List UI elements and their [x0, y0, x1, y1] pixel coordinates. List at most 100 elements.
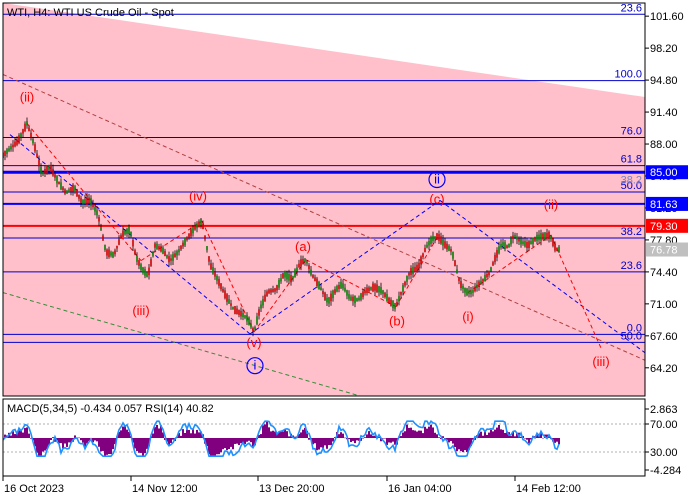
candle-body: [32, 138, 34, 144]
candle-body: [140, 264, 142, 270]
macd-bar: [188, 429, 190, 438]
candle-body: [378, 286, 380, 293]
macd-bar: [364, 437, 366, 438]
candle-body: [166, 254, 168, 258]
candle-body: [26, 121, 28, 126]
y-tick-label: 94.80: [650, 75, 678, 87]
candle-body: [438, 234, 440, 241]
candle-body: [136, 255, 138, 262]
macd-bar: [510, 436, 512, 438]
candle-body: [298, 263, 300, 268]
candle-body: [114, 250, 116, 255]
candle-body: [346, 290, 348, 296]
macd-bar: [466, 438, 468, 453]
macd-bar: [514, 436, 516, 438]
x-tick-label: 16 Oct 2023: [4, 483, 64, 495]
candle-body: [494, 254, 496, 263]
candle-body: [444, 241, 446, 248]
macd-bar: [460, 438, 462, 452]
candle-body: [514, 234, 516, 238]
macd-bar: [196, 429, 198, 438]
macd-bar: [456, 438, 458, 452]
candle-body: [412, 266, 414, 275]
macd-bar: [370, 434, 372, 438]
candle-body: [496, 250, 498, 258]
macd-bar: [182, 429, 184, 438]
ind-tick-label: 30.00: [650, 447, 678, 459]
macd-bar: [28, 433, 30, 438]
candle-body: [100, 227, 102, 231]
indicator-title: MACD(5,34,5) -0.434 0.057 RSI(14) 40.82: [7, 403, 214, 415]
candle-body: [558, 246, 560, 252]
candle-body: [146, 272, 148, 277]
macd-bar: [138, 438, 140, 453]
candle-body: [158, 246, 160, 250]
candle-body: [110, 252, 112, 256]
candle-body: [84, 199, 86, 205]
candle-body: [316, 278, 318, 287]
candle-body: [550, 236, 552, 240]
candle-body: [440, 236, 442, 244]
candle-body: [416, 264, 418, 273]
macd-bar: [126, 429, 128, 438]
wave-label: (ii): [20, 90, 34, 105]
candle-body: [380, 287, 382, 294]
candle-body: [390, 299, 392, 306]
candle-body: [474, 286, 476, 292]
candle-body: [208, 256, 210, 262]
macd-bar: [502, 429, 504, 438]
chart-canvas: (ii) (iv) (iii) (v) i (a) (b) ii (c) (i) (ii) (iii)…: [2, 2, 688, 495]
macd-bar: [454, 438, 456, 448]
candle-body: [244, 315, 246, 318]
candle-body: [408, 273, 410, 276]
wave-label: (v): [246, 335, 261, 350]
candle-body: [154, 243, 156, 248]
candle-body: [330, 293, 332, 302]
macd-bar: [526, 438, 528, 440]
macd-bar: [450, 438, 452, 441]
candle-body: [44, 169, 46, 174]
candle-body: [428, 241, 430, 246]
candle-body: [420, 256, 422, 265]
candle-body: [434, 236, 436, 239]
macd-bar: [352, 438, 354, 441]
candle-body: [122, 230, 124, 237]
macd-bar: [350, 438, 352, 443]
macd-bar: [264, 424, 266, 438]
candle-body: [192, 226, 194, 234]
ind-tick-label: -4.284: [650, 465, 681, 477]
candle-body: [120, 235, 122, 239]
x-tick-label: 16 Jan 04:00: [388, 483, 452, 495]
candle-body: [186, 236, 188, 241]
price-tags: 85.00 81.63 79.30 76.78: [646, 165, 688, 257]
candle-body: [38, 159, 40, 167]
macd-bar: [170, 438, 172, 443]
macd-bar: [42, 438, 44, 452]
candle-body: [50, 164, 52, 173]
macd-bar: [26, 427, 28, 438]
candle-body: [202, 224, 204, 229]
candle-body: [384, 292, 386, 298]
candle-body: [98, 217, 100, 222]
macd-bar: [340, 432, 342, 438]
candle-body: [472, 289, 474, 293]
candle-body: [350, 296, 352, 301]
macd-bar: [558, 438, 560, 445]
fib-label: 100.0: [614, 69, 642, 81]
candle-body: [204, 235, 206, 240]
candle-body: [282, 273, 284, 279]
macd-bar: [64, 438, 66, 444]
macd-bar: [308, 438, 310, 440]
macd-bar: [180, 435, 182, 438]
macd-bar: [448, 438, 450, 443]
price-tag-label: 79.30: [650, 221, 678, 233]
macd-bar: [320, 438, 322, 448]
candle-body: [96, 210, 98, 216]
candle-body: [386, 294, 388, 302]
candle-body: [328, 297, 330, 304]
candle-body: [418, 262, 420, 269]
y-tick-label: 88.00: [650, 139, 678, 151]
macd-bar: [282, 431, 284, 438]
candle-body: [516, 236, 518, 240]
candle-body: [442, 239, 444, 246]
